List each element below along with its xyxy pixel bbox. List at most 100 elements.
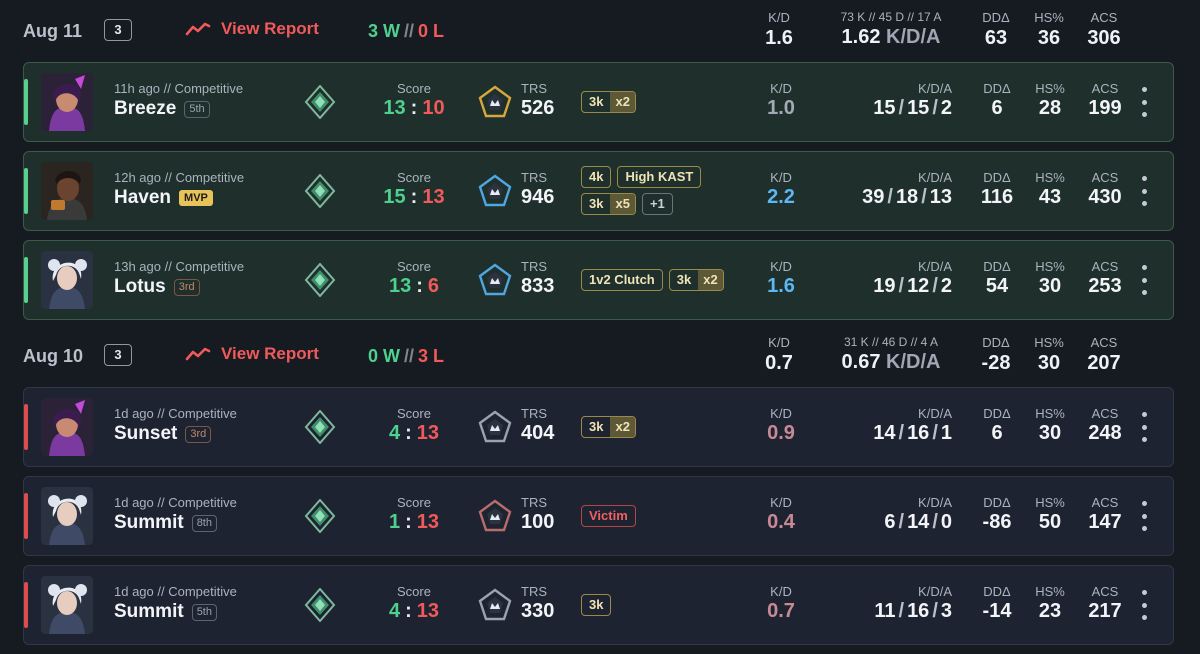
match-row[interactable]: 1d ago // Competitive Summit 8th Score 1:13 T… (23, 476, 1174, 556)
match-dd: DDΔ -14 (982, 584, 1012, 622)
match-score: Score 4:13 (388, 584, 440, 622)
placement-badge: 5th (184, 100, 210, 118)
day-date: Aug 11 (23, 21, 83, 41)
view-report-label: View Report (221, 19, 319, 38)
trend-icon (185, 347, 211, 361)
trs-rank-icon (478, 263, 512, 297)
match-meta: 1d ago // Competitive Summit 5th (114, 584, 237, 623)
match-kda: K/D/A 11/16/3 (874, 584, 952, 622)
match-kd: K/D 2.2 (767, 170, 795, 208)
achievement-badge: High KAST (617, 166, 702, 188)
rank-icon (304, 173, 336, 209)
more-options-icon[interactable] (1138, 87, 1150, 117)
match-acs: ACS 253 (1088, 259, 1122, 297)
placement-badge: 5th (191, 603, 217, 621)
day-hs: HS% 36 (1034, 10, 1064, 49)
win-loss-summary: 3 W//0 L (368, 21, 444, 42)
losses: 0 L (418, 21, 445, 41)
view-report-label: View Report (221, 344, 319, 363)
day-kd: K/D 1.6 (765, 10, 793, 49)
result-indicator (24, 493, 28, 539)
match-acs: ACS 147 (1088, 495, 1122, 533)
match-time: 12h ago // Competitive (114, 170, 245, 185)
trs-rank-icon (478, 499, 512, 533)
wl-separator: // (404, 21, 415, 41)
wins: 0 W (368, 346, 401, 366)
match-row[interactable]: 13h ago // Competitive Lotus 3rd Score 13:6 T… (23, 240, 1174, 320)
match-row[interactable]: 1d ago // Competitive Sunset 3rd Score 4:13 T… (23, 387, 1174, 467)
day-header: Aug 10 3 View Report 0 W//3 L K/D 0.7 31 … (0, 325, 1200, 385)
day-header: Aug 11 3 View Report 3 W//0 L K/D 1.6 73 … (0, 0, 1200, 60)
day-kd: K/D 0.7 (765, 335, 793, 374)
more-options-icon[interactable] (1138, 176, 1150, 206)
day-match-count: 3 (104, 19, 132, 41)
badge-group: 3k x2 (581, 91, 636, 113)
trs-rank-icon (478, 174, 512, 208)
match-dd: DDΔ 54 (983, 259, 1011, 297)
more-options-icon[interactable] (1138, 265, 1150, 295)
match-row[interactable]: 11h ago // Competitive Breeze 5th Score 13:1… (23, 62, 1174, 142)
day-dd: DDΔ -28 (981, 335, 1011, 374)
rank-icon (304, 262, 336, 298)
match-hs: HS% 50 (1035, 495, 1065, 533)
map-name: Breeze (114, 98, 177, 119)
match-kda: K/D/A 39/18/13 (862, 170, 952, 208)
match-meta: 1d ago // Competitive Summit 8th (114, 495, 237, 534)
match-row[interactable]: 1d ago // Competitive Summit 5th Score 4:13 T… (23, 565, 1174, 645)
day-kda: 31 K // 46 D // 4 A 0.67 K/D/A (841, 335, 941, 373)
match-meta: 1d ago // Competitive Sunset 3rd (114, 406, 237, 445)
result-indicator (24, 257, 28, 303)
match-score: Score 4:13 (388, 406, 440, 444)
agent-avatar (41, 251, 93, 309)
match-dd: DDΔ 6 (983, 406, 1011, 444)
match-score: Score 13:6 (388, 259, 440, 297)
achievement-badge: 3k (581, 594, 612, 616)
match-hs: HS% 30 (1035, 406, 1065, 444)
agent-avatar (41, 73, 93, 131)
trs-rank-icon (478, 410, 512, 444)
trs-score: TRS 946 (521, 170, 555, 208)
match-acs: ACS 248 (1088, 406, 1122, 444)
match-time: 1d ago // Competitive (114, 406, 237, 421)
match-hs: HS% 30 (1035, 259, 1065, 297)
mvp-badge: MVP (179, 190, 213, 206)
match-kd: K/D 0.7 (767, 584, 795, 622)
match-kda: K/D/A 6/14/0 (884, 495, 952, 533)
wins: 3 W (368, 21, 401, 41)
wl-separator: // (404, 346, 415, 366)
achievement-badge: 3k x5 (581, 193, 636, 215)
view-report-button[interactable]: View Report (185, 19, 319, 39)
match-kda: K/D/A 15/15/2 (873, 81, 952, 119)
match-kd: K/D 0.4 (767, 495, 795, 533)
map-name: Summit (114, 512, 184, 533)
match-row[interactable]: 12h ago // Competitive Haven MVP Score 15:13… (23, 151, 1174, 231)
match-hs: HS% 43 (1035, 170, 1065, 208)
result-indicator (24, 582, 28, 628)
more-options-icon[interactable] (1138, 412, 1150, 442)
match-time: 13h ago // Competitive (114, 259, 245, 274)
match-dd: DDΔ 6 (983, 81, 1011, 119)
match-acs: ACS 217 (1088, 584, 1122, 622)
map-name: Lotus (114, 276, 166, 297)
rank-icon (304, 84, 336, 120)
match-kda: K/D/A 19/12/2 (873, 259, 952, 297)
view-report-button[interactable]: View Report (185, 344, 319, 364)
map-name: Haven (114, 187, 172, 208)
more-options-icon[interactable] (1138, 590, 1150, 620)
agent-avatar (41, 487, 93, 545)
trs-score: TRS 330 (521, 584, 555, 622)
day-match-count: 3 (104, 344, 132, 366)
achievement-badge: 4k (581, 166, 612, 188)
trs-rank-icon (478, 85, 512, 119)
match-kda: K/D/A 14/16/1 (873, 406, 952, 444)
more-options-icon[interactable] (1138, 501, 1150, 531)
match-time: 1d ago // Competitive (114, 495, 237, 510)
day-kda: 73 K // 45 D // 17 A 1.62 K/D/A (840, 10, 942, 48)
rank-icon (304, 587, 336, 623)
match-time: 11h ago // Competitive (114, 81, 244, 96)
placement-badge: 8th (191, 514, 217, 532)
agent-avatar (41, 162, 93, 220)
agent-avatar (41, 398, 93, 456)
trs-score: TRS 100 (521, 495, 555, 533)
match-hs: HS% 28 (1035, 81, 1065, 119)
